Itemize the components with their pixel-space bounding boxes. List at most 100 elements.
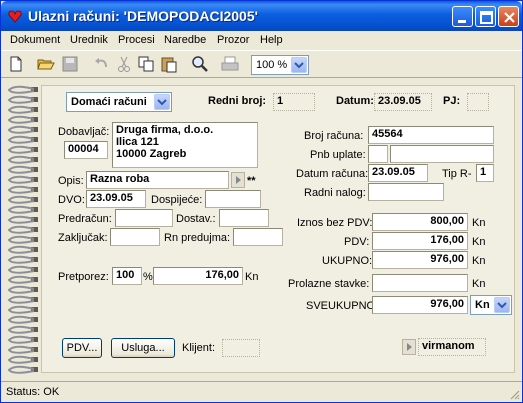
menu-procesi[interactable]: Procesi <box>118 34 155 46</box>
rn-predujma-label: Rn predujma: <box>164 232 231 244</box>
sveukupno-label: SVEUKUPNO: <box>306 300 379 312</box>
close-button[interactable] <box>498 6 519 27</box>
caret-right-icon <box>236 176 241 184</box>
print-icon[interactable] <box>221 55 239 73</box>
broj-racuna-label: Broj računa: <box>304 130 364 142</box>
redni-broj-label: Redni broj: <box>208 95 267 107</box>
dobavljac-code-field[interactable]: 00004 <box>64 141 108 159</box>
chevron-down-icon <box>294 62 304 69</box>
klijent-label: Klijent: <box>182 342 216 354</box>
pdv-field[interactable]: 176,00 <box>372 232 468 250</box>
doc-type-value: Domaći računi <box>71 96 147 108</box>
title-bar[interactable]: Ulazni računi: 'DEMOPODACI2005' <box>1 1 522 31</box>
broj-racuna-field[interactable]: 45564 <box>368 126 494 144</box>
minimize-icon <box>458 20 466 23</box>
pj-label: PJ: <box>443 95 461 107</box>
dobavljac-address-box[interactable]: Druga firma, d.o.o. Ilica 121 10000 Zagr… <box>112 122 258 168</box>
rn-predujma-field[interactable] <box>233 228 283 246</box>
radni-nalog-label: Radni nalog: <box>304 187 366 199</box>
currency-dropdown-button[interactable] <box>494 297 510 313</box>
menu-help[interactable]: Help <box>260 34 283 46</box>
prolazne-kn: Kn <box>472 278 486 290</box>
pretporez-pct-field[interactable]: 100 <box>112 267 142 285</box>
dobavljac-label: Dobavljač: <box>58 126 110 138</box>
datum-field[interactable]: 23.09.05 <box>374 93 432 111</box>
ukupno-kn: Kn <box>472 255 486 267</box>
doc-type-dropdown-button[interactable] <box>154 94 170 110</box>
opis-suffix: ** <box>247 175 256 187</box>
zakljucak-label: Zaključak: <box>58 232 108 244</box>
copy-icon[interactable] <box>137 55 155 73</box>
save-icon[interactable] <box>61 55 79 73</box>
payment-method-field[interactable]: virmanom <box>418 338 486 356</box>
menu-prozor[interactable]: Prozor <box>217 34 249 46</box>
zakljucak-field[interactable] <box>110 228 160 246</box>
minimize-button[interactable] <box>452 6 473 27</box>
maximize-button[interactable] <box>475 6 496 27</box>
maximize-icon <box>480 11 493 24</box>
predracun-field[interactable] <box>115 209 173 227</box>
pretporez-amount-field[interactable]: 176,00 <box>153 267 243 285</box>
undo-icon[interactable] <box>93 55 111 73</box>
new-document-icon[interactable] <box>7 55 25 73</box>
zoom-select[interactable]: 100 % <box>251 55 309 75</box>
datum-racuna-label: Datum računa: <box>296 168 369 180</box>
dvo-field[interactable]: 23.09.05 <box>86 190 146 208</box>
menu-dokument[interactable]: Dokument <box>10 34 60 46</box>
pj-field[interactable] <box>467 93 489 111</box>
dostav-field[interactable] <box>219 209 269 227</box>
dobavljac-name: Druga firma, d.o.o. <box>116 124 214 136</box>
spiral-binding <box>7 85 38 374</box>
datum-label: Datum: <box>336 95 374 107</box>
payment-lookup-button[interactable] <box>402 339 416 355</box>
tip-field[interactable]: 1 <box>476 164 494 182</box>
opis-field[interactable]: Razna roba <box>86 171 229 189</box>
cut-icon[interactable] <box>115 55 133 73</box>
pnb-model-field[interactable] <box>368 145 388 163</box>
prolazne-field[interactable] <box>372 274 468 292</box>
pretporez-pct-sign: % <box>143 271 153 283</box>
currency-select[interactable]: Kn <box>470 295 512 315</box>
usluga-button[interactable]: Usluga... <box>111 338 175 358</box>
pnb-number-field[interactable] <box>390 145 494 163</box>
radni-nalog-field[interactable] <box>368 183 444 201</box>
iznos-bez-pdv-label: Iznos bez PDV: <box>297 217 373 229</box>
predracun-label: Predračun: <box>58 213 112 225</box>
dvo-label: DVO: <box>58 194 85 206</box>
ukupno-field[interactable]: 976,00 <box>372 251 468 269</box>
status-bar: Status: OK <box>1 381 522 402</box>
notebook-area: Domaći računi Redni broj: 1 Datum: 23.09… <box>1 79 522 380</box>
sveukupno-field[interactable]: 976,00 <box>372 296 468 314</box>
ukupno-label: UKUPNO: <box>322 255 373 267</box>
currency-value: Kn <box>475 299 490 311</box>
klijent-field[interactable] <box>222 339 260 357</box>
redni-broj-field[interactable]: 1 <box>273 93 315 111</box>
doc-type-select[interactable]: Domaći računi <box>66 92 172 112</box>
dospijece-field[interactable] <box>205 190 261 208</box>
dospijece-label: Dospijeće: <box>151 194 203 206</box>
menu-urednik[interactable]: Urednik <box>70 34 108 46</box>
tip-label: Tip R- <box>442 168 472 180</box>
prolazne-label: Prolazne stavke: <box>288 278 370 290</box>
resize-grip-icon[interactable] <box>508 388 520 400</box>
opis-label: Opis: <box>58 175 84 187</box>
zoom-dropdown-button[interactable] <box>291 57 307 73</box>
opis-lookup-button[interactable] <box>231 172 245 188</box>
datum-racuna-field[interactable]: 23.09.05 <box>368 164 428 182</box>
app-icon <box>8 10 22 23</box>
close-icon <box>504 12 515 23</box>
pdv-button[interactable]: PDV... <box>62 338 102 358</box>
invoice-form: Domaći računi Redni broj: 1 Datum: 23.09… <box>41 85 515 373</box>
iznos-bez-pdv-field[interactable]: 800,00 <box>372 213 468 231</box>
chevron-down-icon <box>157 99 167 106</box>
pnb-label: Pnb uplate: <box>310 149 366 161</box>
menu-naredbe[interactable]: Naredbe <box>164 34 206 46</box>
pdv-label: PDV: <box>344 236 370 248</box>
paste-icon[interactable] <box>160 55 178 73</box>
open-folder-icon[interactable] <box>37 55 55 73</box>
search-icon[interactable] <box>191 55 209 73</box>
dobavljac-address: Ilica 121 <box>116 136 159 148</box>
iznos-bez-pdv-kn: Kn <box>472 217 486 229</box>
caret-right-icon <box>407 343 412 351</box>
toolbar: 100 % <box>1 50 522 78</box>
